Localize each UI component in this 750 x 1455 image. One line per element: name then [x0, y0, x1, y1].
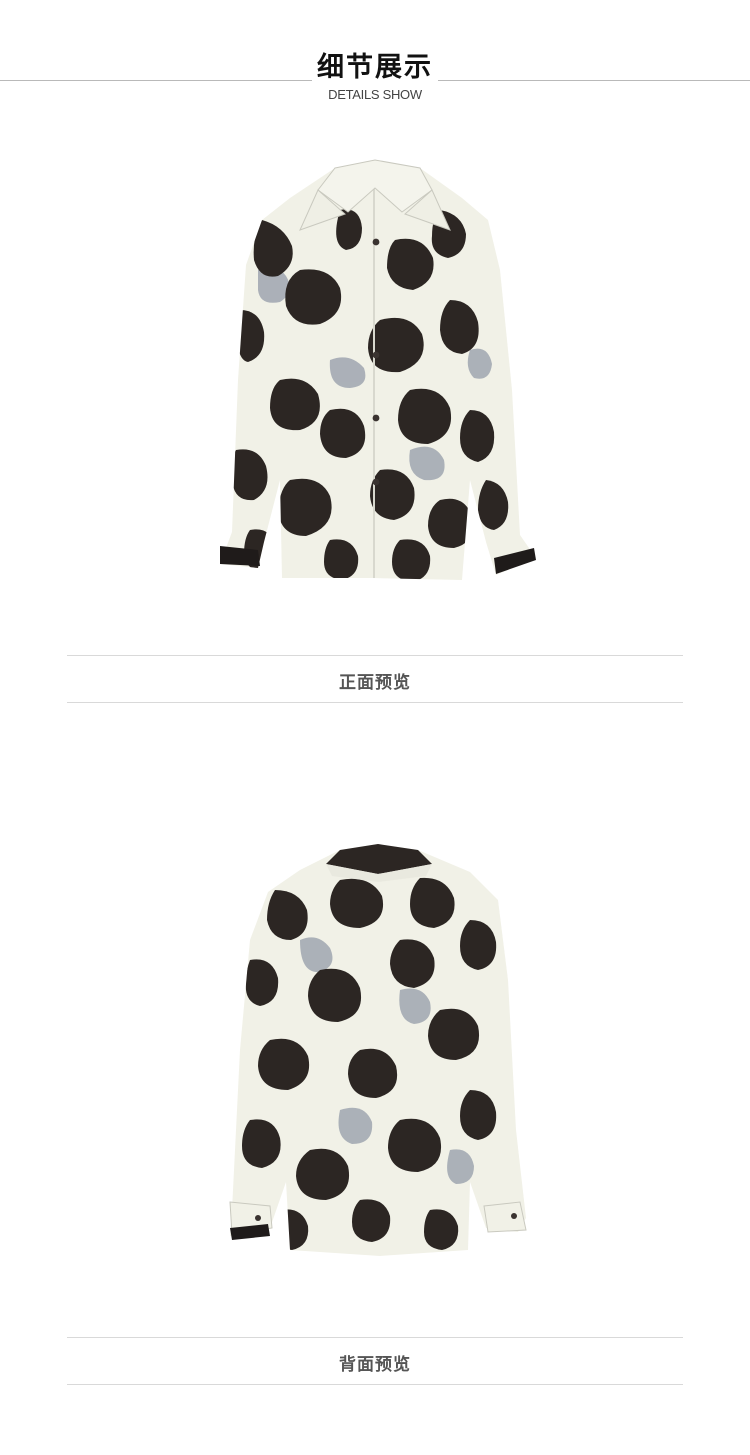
section-subtitle: DETAILS SHOW [328, 87, 422, 102]
back-caption: 背面预览 [339, 1355, 411, 1375]
shirt-front-illustration [220, 159, 536, 580]
caption-rule-top [67, 655, 683, 656]
page-header: 细节展示 DETAILS SHOW [0, 0, 750, 120]
caption-rule-bottom [67, 702, 683, 703]
front-caption: 正面预览 [339, 673, 411, 693]
shirt-back-illustration [229, 844, 527, 1256]
caption-rule-bottom [67, 1384, 683, 1385]
caption-rule-top [67, 1337, 683, 1338]
front-view-image [0, 150, 750, 590]
section-title: 细节展示 [317, 52, 433, 83]
back-view-image [0, 830, 750, 1270]
back-caption-band: 背面预览 [67, 1337, 683, 1385]
front-caption-band: 正面预览 [67, 655, 683, 703]
